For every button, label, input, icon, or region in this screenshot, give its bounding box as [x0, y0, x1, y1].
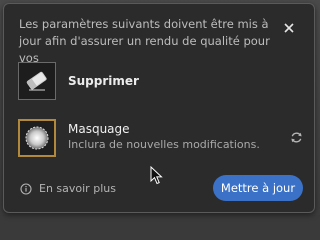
close-icon	[284, 23, 294, 33]
item-title-supprimer: Supprimer	[68, 74, 139, 88]
update-button[interactable]: Mettre à jour	[213, 175, 303, 201]
supprimer-thumbnail	[18, 62, 56, 100]
eraser-icon	[26, 71, 47, 91]
sync-icon	[291, 132, 302, 143]
radial-mask-icon	[25, 126, 49, 150]
close-button[interactable]	[280, 19, 298, 37]
item-title-masquage: Masquage	[68, 122, 130, 136]
learn-more-link[interactable]: En savoir plus	[20, 182, 116, 195]
masquage-thumbnail	[18, 119, 56, 157]
mouse-cursor-icon	[150, 166, 163, 185]
learn-more-label: En savoir plus	[39, 182, 116, 195]
info-icon	[20, 182, 32, 195]
item-subtitle-masquage: Inclura de nouvelles modifications.	[68, 138, 260, 151]
dialog-message: Les paramètres suivants doivent être mis…	[19, 17, 270, 65]
